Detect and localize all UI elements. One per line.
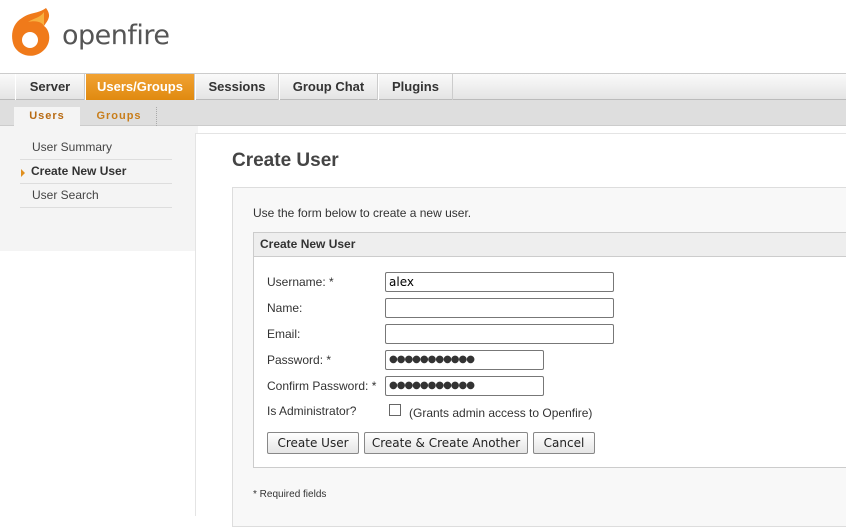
logo-text: openfire (62, 20, 170, 51)
username-label: Username: * (267, 275, 334, 289)
cancel-button[interactable]: Cancel (533, 432, 595, 454)
create-and-create-another-button[interactable]: Create & Create Another (364, 432, 528, 454)
name-label: Name: (267, 301, 303, 315)
is-admin-hint: (Grants admin access to Openfire) (409, 406, 593, 420)
create-user-button[interactable]: Create User (267, 432, 359, 454)
confirm-password-label: Confirm Password: * (267, 379, 377, 393)
tab-group-chat[interactable]: Group Chat (279, 74, 378, 100)
sub-nav: Users Groups (0, 100, 846, 126)
subtab-users[interactable]: Users (14, 107, 80, 126)
password-input[interactable]: ●●●●●●●●●●● (385, 350, 544, 370)
confirm-password-input[interactable]: ●●●●●●●●●●● (385, 376, 544, 396)
username-input[interactable] (385, 272, 614, 292)
email-label: Email: (267, 327, 301, 341)
openfire-logo (8, 6, 56, 58)
sidebar-item-user-search[interactable]: User Search (20, 184, 172, 208)
sidebar-item-create-new-user[interactable]: Create New User (20, 160, 172, 184)
tab-server[interactable]: Server (15, 74, 85, 100)
is-admin-label: Is Administrator? (267, 404, 357, 418)
password-label: Password: * (267, 353, 332, 367)
sidebar-item-user-summary[interactable]: User Summary (20, 136, 172, 160)
subtab-groups[interactable]: Groups (82, 107, 157, 126)
main-nav: Server Users/Groups Sessions Group Chat … (0, 73, 846, 100)
tab-sessions[interactable]: Sessions (195, 74, 279, 100)
sidebar: User Summary Create New User User Search (0, 126, 198, 251)
required-fields-note: * Required fields (253, 489, 327, 500)
flame-icon (12, 8, 50, 56)
intro-text: Use the form below to create a new user. (253, 206, 472, 220)
tab-users-groups[interactable]: Users/Groups (85, 74, 195, 100)
email-input[interactable] (385, 324, 614, 344)
tab-plugins[interactable]: Plugins (378, 74, 453, 100)
page-title: Create User (232, 150, 339, 171)
form-header: Create New User (254, 233, 846, 257)
is-admin-checkbox[interactable] (389, 404, 401, 416)
create-user-form: Create New User Username: * Name: Email:… (253, 232, 846, 468)
name-input[interactable] (385, 298, 614, 318)
